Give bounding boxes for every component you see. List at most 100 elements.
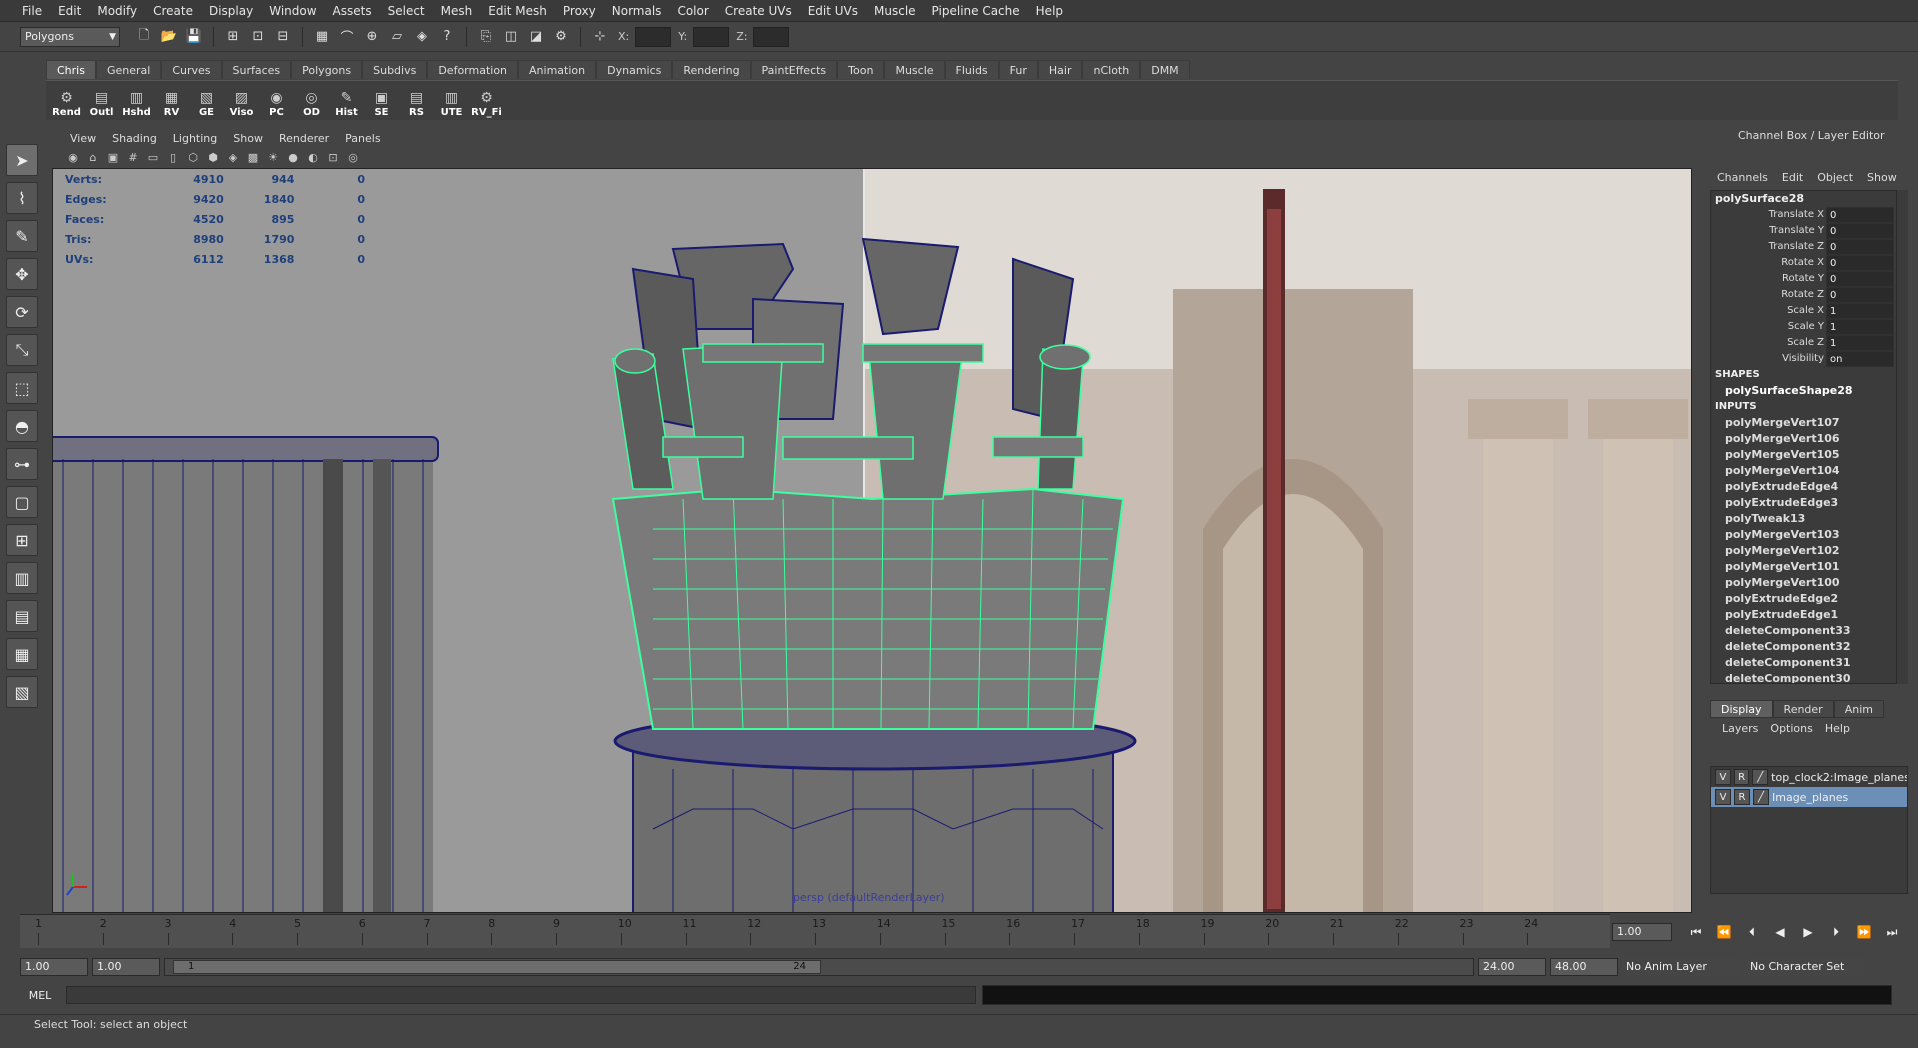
- grid-icon[interactable]: #: [124, 149, 142, 165]
- menu-color[interactable]: Color: [669, 0, 716, 22]
- input-node[interactable]: polyMergeVert105: [1711, 447, 1897, 463]
- menu-set-selector[interactable]: Polygons ▼: [20, 26, 120, 47]
- shelf-tab-general[interactable]: General: [95, 60, 162, 79]
- input-node[interactable]: polyMergeVert103: [1711, 527, 1897, 543]
- channel-attribute[interactable]: Rotate Z0: [1711, 287, 1897, 303]
- select-component-icon[interactable]: ⊟: [272, 26, 294, 48]
- camera-attributes-icon[interactable]: ◉: [64, 149, 82, 165]
- shelf-tab-chris[interactable]: Chris: [46, 60, 96, 79]
- attribute-value[interactable]: 0: [1826, 255, 1894, 271]
- wireframe-on-shaded-icon[interactable]: ◈: [224, 149, 242, 165]
- shelf-button-outl[interactable]: ▤ Outl: [85, 83, 118, 119]
- shelf-tab-fluids[interactable]: Fluids: [944, 60, 999, 79]
- help-icon[interactable]: ?: [436, 26, 458, 48]
- panel-menu-show[interactable]: Show: [225, 132, 271, 145]
- menu-edit-mesh[interactable]: Edit Mesh: [480, 0, 555, 22]
- animation-start-field[interactable]: 1.00: [20, 958, 88, 976]
- shelf-button-pc[interactable]: ◉ PC: [260, 83, 293, 119]
- shelf-tab-fur[interactable]: Fur: [998, 60, 1038, 79]
- panel-menu-shading[interactable]: Shading: [104, 132, 165, 145]
- menu-select[interactable]: Select: [380, 0, 433, 22]
- step-back-frame-icon[interactable]: ⏴: [1740, 922, 1764, 942]
- menu-pipeline-cache[interactable]: Pipeline Cache: [924, 0, 1028, 22]
- input-node[interactable]: polyMergeVert107: [1711, 415, 1897, 431]
- shelf-tab-painteffects[interactable]: PaintEffects: [750, 60, 838, 79]
- script-language-label[interactable]: MEL: [20, 989, 60, 1002]
- select-tool-icon[interactable]: ➤: [6, 144, 38, 176]
- menu-mesh[interactable]: Mesh: [433, 0, 481, 22]
- attribute-value[interactable]: 0: [1826, 239, 1894, 255]
- move-tool-icon[interactable]: ✥: [6, 258, 38, 290]
- current-frame-field[interactable]: 1.00: [1612, 923, 1672, 941]
- shelf-tab-deformation[interactable]: Deformation: [427, 60, 519, 79]
- shelf-tab-animation[interactable]: Animation: [518, 60, 597, 79]
- film-gate-icon[interactable]: ▭: [144, 149, 162, 165]
- menu-proxy[interactable]: Proxy: [555, 0, 604, 22]
- ambient-occlusion-icon[interactable]: ◐: [304, 149, 322, 165]
- transform-input-icon[interactable]: ⊹: [589, 26, 611, 48]
- manipulator-tool-icon[interactable]: ⬚: [6, 372, 38, 404]
- shelf-button-hist[interactable]: ✎ Hist: [330, 83, 363, 119]
- layer-menu-layers[interactable]: Layers: [1716, 720, 1764, 738]
- playback-start-field[interactable]: 1.00: [92, 958, 160, 976]
- y-field[interactable]: [693, 26, 730, 47]
- snap-point-icon[interactable]: ⊕: [361, 26, 383, 48]
- shelf-button-rv_fi[interactable]: ⚙ RV_Fi: [470, 83, 503, 119]
- x-field[interactable]: [635, 26, 672, 47]
- select-object-icon[interactable]: ⊡: [247, 26, 269, 48]
- shelf-button-rs[interactable]: ▤ RS: [400, 83, 433, 119]
- menu-help[interactable]: Help: [1028, 0, 1071, 22]
- layer-render-toggle[interactable]: R: [1733, 769, 1750, 785]
- wireframe-icon[interactable]: ⬡: [184, 149, 202, 165]
- command-input[interactable]: [66, 986, 976, 1004]
- shelf-tab-ncloth[interactable]: nCloth: [1082, 60, 1141, 79]
- go-to-end-icon[interactable]: ⏭: [1880, 922, 1904, 942]
- range-bar[interactable]: 1 24: [173, 960, 821, 974]
- channel-attribute[interactable]: Scale Y1: [1711, 319, 1897, 335]
- channel-attribute[interactable]: Translate Z0: [1711, 239, 1897, 255]
- z-field[interactable]: [753, 26, 790, 47]
- step-forward-frame-icon[interactable]: ⏵: [1824, 922, 1848, 942]
- play-forward-icon[interactable]: ▶: [1796, 922, 1820, 942]
- input-node[interactable]: deleteComponent30: [1711, 671, 1897, 683]
- menu-normals[interactable]: Normals: [604, 0, 670, 22]
- layer-visibility-toggle[interactable]: V: [1715, 789, 1731, 805]
- input-node[interactable]: polyMergeVert106: [1711, 431, 1897, 447]
- input-node[interactable]: polyMergeVert104: [1711, 463, 1897, 479]
- shelf-tab-dynamics[interactable]: Dynamics: [596, 60, 673, 79]
- isolate-select-icon[interactable]: ⊡: [324, 149, 342, 165]
- soft-mod-tool-icon[interactable]: ◓: [6, 410, 38, 442]
- step-back-key-icon[interactable]: ⏪: [1712, 922, 1736, 942]
- shelf-tab-rendering[interactable]: Rendering: [672, 60, 751, 79]
- snap-grid-icon[interactable]: ▦: [311, 26, 333, 48]
- layer-menu-help[interactable]: Help: [1819, 720, 1856, 738]
- shelf-tab-muscle[interactable]: Muscle: [884, 60, 945, 79]
- graph-layout-icon[interactable]: ▤: [6, 600, 38, 632]
- last-tool-icon[interactable]: ⊶: [6, 448, 38, 480]
- shelf-button-ge[interactable]: ▧ GE: [190, 83, 223, 119]
- menu-edit-uvs[interactable]: Edit UVs: [800, 0, 866, 22]
- select-hierarchy-icon[interactable]: ⊞: [222, 26, 244, 48]
- shelf-tab-dmm[interactable]: DMM: [1140, 60, 1190, 79]
- menu-modify[interactable]: Modify: [89, 0, 145, 22]
- channel-box-menu-object[interactable]: Object: [1812, 171, 1858, 184]
- resolution-gate-icon[interactable]: ▯: [164, 149, 182, 165]
- channel-attribute[interactable]: Scale Z1: [1711, 335, 1897, 351]
- panel-menu-renderer[interactable]: Renderer: [271, 132, 337, 145]
- layer-tab-anim[interactable]: Anim: [1833, 700, 1884, 718]
- attribute-value[interactable]: 0: [1826, 271, 1894, 287]
- input-node[interactable]: deleteComponent32: [1711, 639, 1897, 655]
- new-scene-icon[interactable]: 🗋: [133, 26, 155, 48]
- channel-attribute[interactable]: Rotate X0: [1711, 255, 1897, 271]
- lasso-tool-icon[interactable]: ⌇: [6, 182, 38, 214]
- character-set-dropdown[interactable]: No Character Set: [1746, 958, 1864, 976]
- input-node[interactable]: polyExtrudeEdge3: [1711, 495, 1897, 511]
- layer-render-toggle[interactable]: R: [1734, 789, 1750, 805]
- paint-select-tool-icon[interactable]: ✎: [6, 220, 38, 252]
- shelf-tab-curves[interactable]: Curves: [161, 60, 222, 79]
- playback-end-field[interactable]: 24.00: [1478, 958, 1546, 976]
- channel-box-menu-show[interactable]: Show: [1862, 171, 1902, 184]
- range-track[interactable]: 1 24: [164, 958, 1474, 976]
- input-node[interactable]: polyExtrudeEdge2: [1711, 591, 1897, 607]
- menu-window[interactable]: Window: [261, 0, 324, 22]
